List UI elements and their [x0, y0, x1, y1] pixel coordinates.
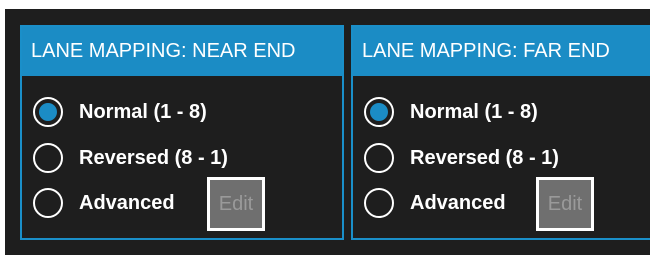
far-advanced-label: Advanced	[410, 191, 506, 214]
near-end-panel-title: LANE MAPPING: NEAR END	[22, 27, 342, 76]
near-advanced-label: Advanced	[79, 191, 175, 214]
far-reversed-option[interactable]: Reversed (8 - 1)	[364, 141, 559, 175]
near-advanced-option[interactable]: Advanced	[33, 186, 175, 220]
near-advanced-radio-icon[interactable]	[33, 188, 63, 218]
far-advanced-option[interactable]: Advanced	[364, 186, 506, 220]
far-normal-option[interactable]: Normal (1 - 8)	[364, 95, 538, 129]
near-reversed-label: Reversed (8 - 1)	[79, 146, 228, 169]
far-reversed-label: Reversed (8 - 1)	[410, 146, 559, 169]
near-end-panel: LANE MAPPING: NEAR END Normal (1 - 8) Re…	[20, 25, 344, 240]
near-edit-button[interactable]: Edit	[207, 177, 265, 231]
near-reversed-radio-icon[interactable]	[33, 143, 63, 173]
far-normal-radio-icon[interactable]	[364, 97, 394, 127]
near-reversed-option[interactable]: Reversed (8 - 1)	[33, 141, 228, 175]
far-reversed-radio-icon[interactable]	[364, 143, 394, 173]
lane-mapping-area: LANE MAPPING: NEAR END Normal (1 - 8) Re…	[5, 9, 650, 255]
near-normal-option[interactable]: Normal (1 - 8)	[33, 95, 207, 129]
far-edit-button[interactable]: Edit	[536, 177, 594, 231]
near-normal-label: Normal (1 - 8)	[79, 100, 207, 123]
far-advanced-radio-icon[interactable]	[364, 188, 394, 218]
near-normal-radio-icon[interactable]	[33, 97, 63, 127]
far-end-panel-title: LANE MAPPING: FAR END	[353, 27, 650, 76]
far-end-panel: LANE MAPPING: FAR END Normal (1 - 8) Rev…	[351, 25, 650, 240]
far-normal-label: Normal (1 - 8)	[410, 100, 538, 123]
